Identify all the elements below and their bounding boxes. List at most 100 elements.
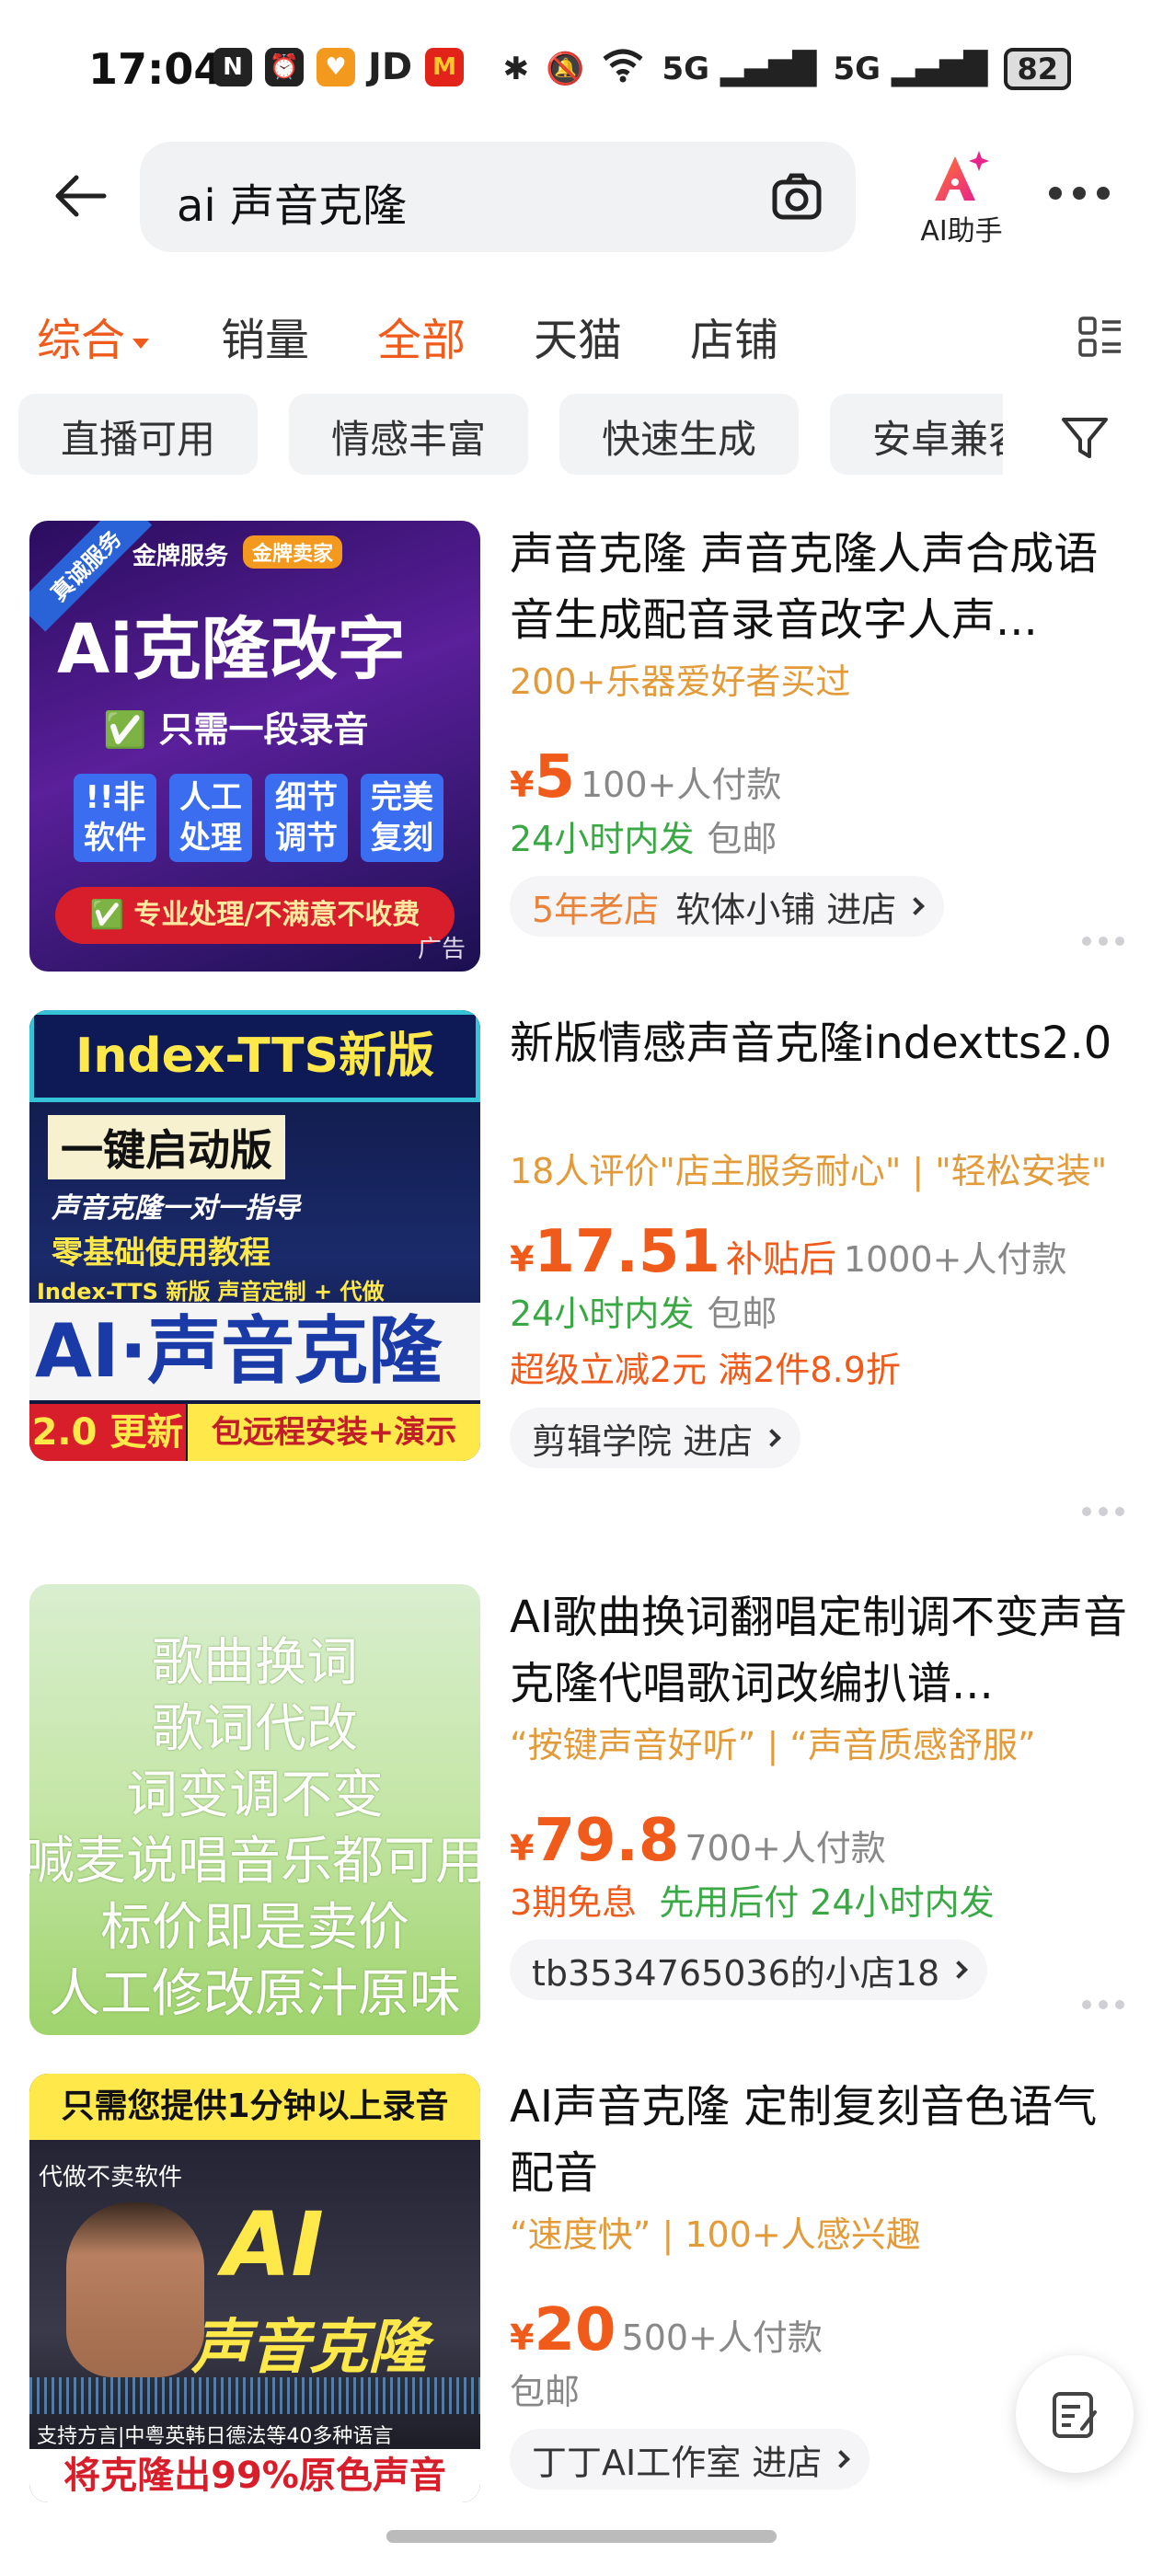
product-info: AI歌曲换词翻唱定制调不变声音克隆代唱歌词改编扒谱... “按键声音好听” | … [510,1584,1135,2000]
tab-stores[interactable]: 店铺 [690,304,778,368]
status-time: 17:04 [88,44,224,94]
price-row: ¥ 79.8 700+人付款 [510,1807,886,1875]
store-link[interactable]: 剪辑学院 进店 [510,1408,801,1468]
camera-search-button[interactable] [769,169,824,224]
chevron-right-icon [906,897,926,915]
camera-icon [772,173,822,220]
mute-icon: 🔕 [546,50,585,87]
price-row: ¥ 20 500+人付款 [510,2296,823,2364]
filter-funnel-icon [1062,418,1108,458]
product-title[interactable]: AI声音克隆 定制复刻音色语气配音 [510,2074,1135,2206]
ad-label: 广告 [417,936,466,963]
thumb-headline: AI·声音克隆 [29,1303,480,1400]
search-header: ai 声音克隆 AI助手 [0,138,1163,258]
store-age-badge: 5年老店 [532,889,660,930]
shipping-row: 24小时内发 包邮 [510,819,777,859]
person-face-image [66,2202,204,2377]
product-thumbnail[interactable]: Index-TTS新版 一键启动版 声音克隆一对一指导 零基础使用教程 Inde… [29,1010,480,1461]
tab-comprehensive[interactable]: 综合 [37,304,150,368]
more-dot-icon [1049,187,1062,200]
home-indicator[interactable] [386,2530,777,2543]
search-query: ai 声音克隆 [177,180,408,232]
product-price: 20 [534,2296,616,2364]
chevron-right-icon [763,1429,781,1447]
product-note: “按键声音好听” | “声音质感舒服” [510,1725,1036,1765]
price-row: ¥ 5 100+人付款 [510,743,782,811]
store-link[interactable]: 5年老店 软体小铺 进店 [510,876,945,937]
store-link[interactable]: 丁丁AI工作室 进店 [510,2429,870,2490]
product-card[interactable]: 歌曲换词 歌词代改 词变调不变 喊麦说唱音乐都可用 标价即是卖价 人工修改原汁原… [0,1584,1163,2044]
signal-5g-icon-1: 5G ▂▄▆█ [662,50,817,87]
more-dot-icon [1097,187,1110,200]
layout-toggle-button[interactable] [1078,315,1123,359]
system-status: ✱ 🔕 5G ▂▄▆█ 5G ▂▄▆█ 82 [503,46,1071,91]
heart-app-icon: ♥ [317,48,355,86]
chip-fast-generate[interactable]: 快速生成 [559,394,800,475]
chip-emotional[interactable]: 情感丰富 [289,394,529,475]
waveform-graphic [29,2377,480,2414]
floating-feedback-button[interactable] [1016,2355,1134,2473]
caret-down-icon [132,338,150,349]
back-button[interactable] [48,164,112,228]
product-price: 79.8 [534,1807,680,1875]
bluetooth-icon: ✱ [502,50,530,87]
product-info: 声音克隆 声音克隆人声合成语音生成配音录音改字人声... 200+乐器爱好者买过… [510,521,1135,937]
tab-tmall[interactable]: 天猫 [534,304,622,368]
edit-note-icon [1053,2392,1097,2438]
paid-count: 500+人付款 [621,2317,823,2358]
product-thumbnail[interactable]: 真诚服务 金牌服务 金牌卖家 Ai克隆改字 ✅ 只需一段录音 !!非软件 人工处… [29,521,480,972]
product-title[interactable]: 声音克隆 声音克隆人声合成语音生成配音录音改字人声... [510,521,1135,653]
nfc-icon: N [213,48,252,86]
product-title[interactable]: AI歌曲换词翻唱定制调不变声音克隆代唱歌词改编扒谱... [510,1584,1135,1717]
promo-row: 超级立减2元 满2件8.9折 [510,1350,901,1390]
product-title[interactable]: 新版情感声音克隆indextts2.0 [510,1010,1135,1143]
mcdonalds-icon: M [425,48,465,86]
thumb-headline: Ai克隆改字 [57,610,406,689]
jd-icon: JD [368,46,413,88]
product-card[interactable]: 只需您提供1分钟以上录音 代做不卖软件 AI 声音克隆 支持方言|中粤英韩日德法… [0,2074,1163,2506]
product-info: 新版情感声音克隆indextts2.0 18人评价"店主服务耐心" | "轻松安… [510,1010,1135,1468]
more-dots-icon[interactable] [1082,1507,1124,1516]
shipping-row: 3期免息 先用后付 24小时内发 [510,1882,995,1923]
paid-count: 100+人付款 [580,765,782,805]
shipping-row: 24小时内发 包邮 [510,1294,777,1334]
more-dot-icon [1073,187,1086,200]
signal-5g-icon-2: 5G ▂▄▆█ [833,50,988,87]
status-bar: 17:04 N ⏰ ♥ JD M ✱ 🔕 5G ▂▄▆█ 5G ▂▄▆█ 82 [0,0,1163,138]
filter-button[interactable] [1058,410,1111,464]
ai-helper-button[interactable]: AI助手 [902,147,1021,248]
product-price: 5 [534,743,575,811]
subsidy-label: 补贴后 [725,1238,836,1281]
back-arrow-icon [55,175,107,217]
list-view-icon [1078,316,1121,357]
battery-icon: 82 [1004,47,1071,90]
tab-sales[interactable]: 销量 [221,304,309,368]
paid-count: 700+人付款 [685,1828,886,1869]
tab-all[interactable]: 全部 [377,304,466,368]
wifi-icon [601,46,645,91]
notification-icons: N ⏰ ♥ JD M [213,46,465,88]
chip-live-available[interactable]: 直播可用 [18,394,259,475]
product-note: 18人评价"店主服务耐心" | "轻松安装" [510,1151,1108,1191]
product-note: “速度快” | 100+人感兴趣 [510,2214,921,2255]
product-note: 200+乐器爱好者买过 [510,661,851,702]
product-card[interactable]: 真诚服务 金牌服务 金牌卖家 Ai克隆改字 ✅ 只需一段录音 !!非软件 人工处… [0,521,1163,981]
price-row: ¥ 17.51 补贴后 1000+人付款 [510,1218,1067,1286]
product-card[interactable]: Index-TTS新版 一键启动版 声音克隆一对一指导 零基础使用教程 Inde… [0,1010,1163,1525]
paid-count: 1000+人付款 [843,1239,1067,1280]
more-options-button[interactable] [1049,175,1123,212]
store-link[interactable]: tb3534765036的小店18 [510,1939,988,2000]
chevron-right-icon [832,2450,851,2468]
sort-tabs: 综合 销量 全部 天猫 店铺 [0,294,1163,377]
search-input[interactable]: ai 声音克隆 [140,142,856,252]
more-dots-icon[interactable] [1082,2000,1124,2009]
product-thumbnail[interactable]: 只需您提供1分钟以上录音 代做不卖软件 AI 声音克隆 支持方言|中粤英韩日德法… [29,2074,480,2502]
chevron-right-icon [950,1961,969,1979]
ai-helper-label: AI助手 [920,215,1003,247]
more-dots-icon[interactable] [1082,937,1124,946]
alarm-icon: ⏰ [265,48,304,86]
product-price: 17.51 [534,1218,720,1286]
ai-helper-icon [935,151,989,201]
product-thumbnail[interactable]: 歌曲换词 歌词代改 词变调不变 喊麦说唱音乐都可用 标价即是卖价 人工修改原汁原… [29,1584,480,2035]
filter-chips: 直播可用 情感丰富 快速生成 安卓兼容 [0,394,1163,486]
